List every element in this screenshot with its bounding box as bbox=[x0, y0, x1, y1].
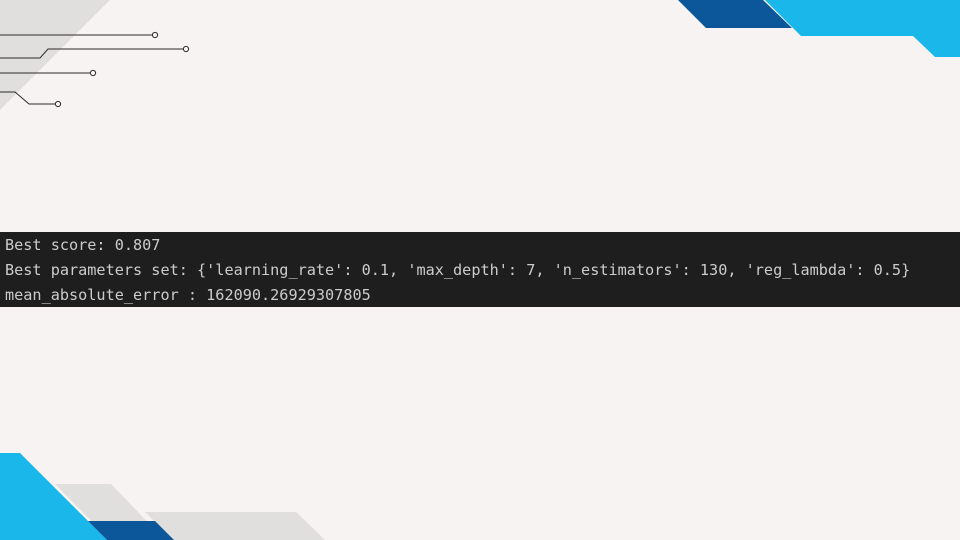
terminal-line-best-score: Best score: 0.807 bbox=[5, 236, 161, 254]
terminal-line-best-parameters: Best parameters set: {'learning_rate': 0… bbox=[5, 261, 911, 279]
terminal-output-panel: Best score: 0.807 Best parameters set: {… bbox=[0, 232, 960, 307]
bottom-left-gray-stripe-lower bbox=[145, 512, 325, 540]
terminal-line-mean-absolute-error: mean_absolute_error : 162090.26929307805 bbox=[5, 286, 371, 304]
slide: Best score: 0.807 Best parameters set: {… bbox=[0, 0, 960, 540]
